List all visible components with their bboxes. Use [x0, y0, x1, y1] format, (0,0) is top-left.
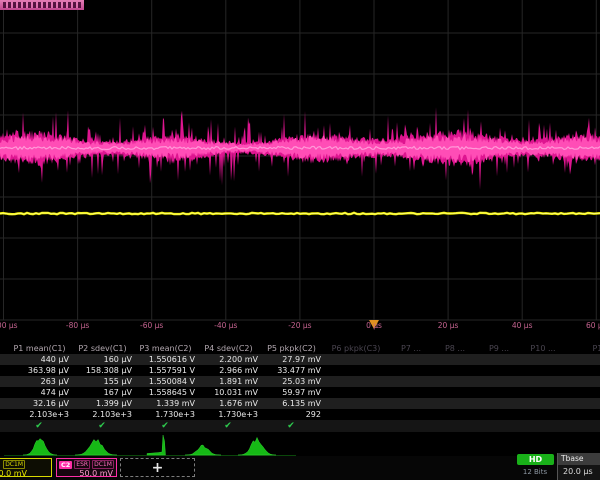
measure-value-p5: 27.97 mV	[260, 355, 323, 364]
histicon-p4	[185, 445, 221, 455]
time-axis-label: 60 µs	[586, 321, 600, 330]
histicon-strip	[0, 433, 600, 458]
time-axis-label: -40 µs	[214, 321, 237, 330]
measure-min-p5: 25.03 mV	[260, 377, 323, 386]
measure-value-p4: 2.200 mV	[197, 355, 260, 364]
time-axis-label: -60 µs	[140, 321, 163, 330]
measure-sdev-p3: 1.339 mV	[134, 399, 197, 408]
status-check-p3: ✔	[161, 420, 169, 432]
add-trace-button[interactable]: +	[120, 458, 195, 477]
param-header-p6[interactable]: P6 pkpk(C3)	[323, 344, 389, 353]
measure-row-value: 440 µV160 µV1.550616 V2.200 mV27.97 mV	[0, 354, 600, 365]
channel-c2-descriptor[interactable]: C2 ESR DC1M 50.0 mV	[56, 458, 117, 477]
measure-max-p2: 167 µV	[71, 388, 134, 397]
measure-mean-p3: 1.557591 V	[134, 366, 197, 375]
measure-mean-p4: 2.966 mV	[197, 366, 260, 375]
c1-vertical-scale: 10.0 mV	[0, 469, 51, 478]
hd-mode-badge[interactable]: HD	[517, 454, 554, 465]
status-check-p4: ✔	[224, 420, 232, 432]
param-header-p3[interactable]: P3 mean(C2)	[134, 344, 197, 353]
hd-bits-label: 12 Bits	[514, 468, 556, 476]
measure-max-p3: 1.558645 V	[134, 388, 197, 397]
measure-sdev-p1: 32.16 µV	[8, 399, 71, 408]
c1-coupling-tag: DC1M	[3, 460, 25, 469]
measure-mean-p2: 158.308 µV	[71, 366, 134, 375]
c2-coupling-tag: DC1M	[92, 460, 114, 469]
measure-row-num: 2.103e+32.103e+31.730e+31.730e+3292	[0, 409, 600, 420]
histicon-p3	[147, 435, 166, 455]
param-header-p5[interactable]: P5 pkpk(C2)	[260, 344, 323, 353]
timebase-value: 20.0 µs	[558, 465, 600, 480]
measure-num-p1: 2.103e+3	[8, 410, 71, 419]
measurement-table: P1 mean(C1)P2 sdev(C1)P3 mean(C2)P4 sdev…	[0, 343, 600, 420]
status-check-p1: ✔	[35, 420, 43, 432]
measure-min-p3: 1.550084 V	[134, 377, 197, 386]
measure-value-p2: 160 µV	[71, 355, 134, 364]
oscilloscope-screen: -100 µs -80 µs -60 µs -40 µs -20 µs 0 µs 20 µs…	[0, 0, 600, 480]
param-header-p7[interactable]: P7 ...	[389, 344, 433, 353]
bottom-bar: DC1M 10.0 mV C2 ESR DC1M 50.0 mV + HD 12…	[0, 456, 600, 480]
measure-row-mean: 363.98 µV158.308 µV1.557591 V2.966 mV33.…	[0, 365, 600, 376]
param-header-p10[interactable]: P10 ...	[521, 344, 565, 353]
measure-max-p5: 59.97 mV	[260, 388, 323, 397]
measure-num-p2: 2.103e+3	[71, 410, 134, 419]
param-header-p9[interactable]: P9 ...	[477, 344, 521, 353]
param-header-p4[interactable]: P4 sdev(C2)	[197, 344, 260, 353]
measure-min-p4: 1.891 mV	[197, 377, 260, 386]
c2-esr-tag: ESR	[74, 460, 90, 469]
status-check-p5: ✔	[287, 420, 295, 432]
time-axis-label: -100 µs	[0, 321, 18, 330]
plus-icon: +	[152, 461, 164, 475]
measure-mean-p5: 33.477 mV	[260, 366, 323, 375]
time-axis-label: -80 µs	[66, 321, 89, 330]
param-header-p2[interactable]: P2 sdev(C1)	[71, 344, 134, 353]
top-left-badge	[0, 0, 84, 10]
status-check-p2: ✔	[98, 420, 106, 432]
badge-illegible-text	[3, 2, 81, 8]
measure-num-p4: 1.730e+3	[197, 410, 260, 419]
waveform-grid	[0, 0, 600, 338]
measure-row-min: 263 µV155 µV1.550084 V1.891 mV25.03 mV	[0, 376, 600, 387]
measure-sdev-p5: 6.135 mV	[260, 399, 323, 408]
param-header-p1[interactable]: P1 mean(C1)	[8, 344, 71, 353]
time-axis-label: 20 µs	[438, 321, 459, 330]
channel-c1-descriptor[interactable]: DC1M 10.0 mV	[0, 458, 52, 477]
measure-value-p3: 1.550616 V	[134, 355, 197, 364]
measure-mean-p1: 363.98 µV	[8, 366, 71, 375]
histicon-p2	[75, 440, 117, 456]
histicon-p5	[238, 437, 276, 455]
histicon-p1	[23, 439, 57, 455]
param-header-p11[interactable]: P11	[565, 344, 600, 353]
measure-row-sdev: 32.16 µV1.399 µV1.339 mV1.676 mV6.135 mV	[0, 398, 600, 409]
c2-vertical-scale: 50.0 mV	[57, 469, 116, 478]
time-axis-label: 0 µs	[366, 321, 382, 330]
measure-min-p1: 263 µV	[8, 377, 71, 386]
measure-sdev-p2: 1.399 µV	[71, 399, 134, 408]
param-header-p8[interactable]: P8 ...	[433, 344, 477, 353]
c2-channel-chip: C2	[59, 461, 72, 469]
time-axis-label: 40 µs	[512, 321, 533, 330]
measure-num-p3: 1.730e+3	[134, 410, 197, 419]
time-axis-label: -20 µs	[288, 321, 311, 330]
measure-sdev-p4: 1.676 mV	[197, 399, 260, 408]
measure-min-p2: 155 µV	[71, 377, 134, 386]
measure-value-p1: 440 µV	[8, 355, 71, 364]
measure-row-max: 474 µV167 µV1.558645 V10.031 mV59.97 mV	[0, 387, 600, 398]
measure-max-p4: 10.031 mV	[197, 388, 260, 397]
measure-num-p5: 292	[260, 410, 323, 419]
measurement-status-row: ✔ ✔ ✔ ✔ ✔	[0, 420, 600, 432]
timebase-descriptor[interactable]: Tbase 20.0 µs	[557, 453, 600, 480]
timebase-label: Tbase	[558, 453, 600, 465]
measure-max-p1: 474 µV	[8, 388, 71, 397]
